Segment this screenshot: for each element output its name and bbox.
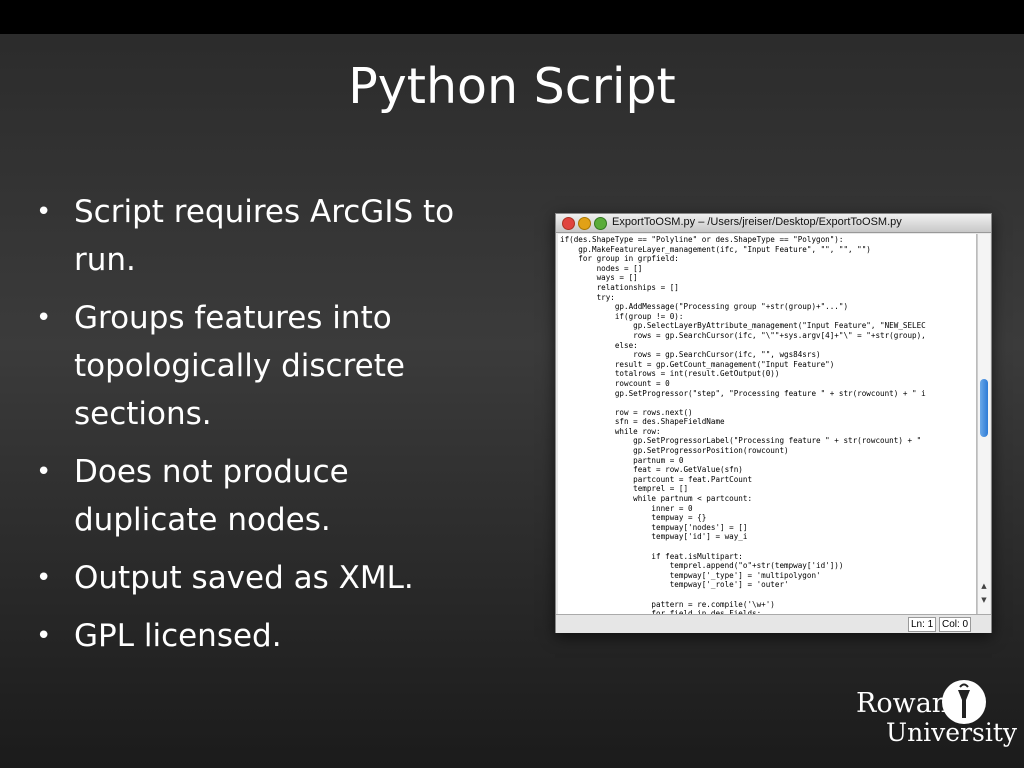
close-icon[interactable] bbox=[562, 217, 575, 230]
window-title: ExportToOSM.py – /Users/jreiser/Desktop/… bbox=[612, 216, 902, 228]
bullet-item: • Script requires ArcGIS to run. bbox=[36, 188, 496, 284]
column-indicator: Col: 0 bbox=[939, 617, 972, 632]
bullet-text: GPL licensed. bbox=[74, 618, 282, 654]
scroll-down-icon[interactable]: ▼ bbox=[980, 596, 988, 604]
top-bar bbox=[0, 0, 1024, 34]
bullet-item: • Output saved as XML. bbox=[36, 554, 496, 602]
logo-text-university: University bbox=[886, 718, 1018, 747]
university-logo: Rowan University bbox=[856, 680, 1018, 752]
scrollbar-thumb[interactable] bbox=[980, 379, 988, 437]
bullet-item: • GPL licensed. bbox=[36, 612, 496, 660]
code-text[interactable]: if(des.ShapeType == "Polyline" or des.Sh… bbox=[558, 234, 976, 614]
bullet-text: Script requires ArcGIS to run. bbox=[74, 194, 455, 278]
bullet-text: Output saved as XML. bbox=[74, 560, 414, 596]
editor-window: ExportToOSM.py – /Users/jreiser/Desktop/… bbox=[555, 213, 992, 633]
bullet-text: Groups features into topologically discr… bbox=[74, 300, 405, 432]
bullet-list: • Script requires ArcGIS to run. • Groups … bbox=[36, 188, 496, 670]
slide-title: Python Script bbox=[348, 58, 676, 115]
line-indicator: Ln: 1 bbox=[908, 617, 937, 632]
scroll-up-icon[interactable]: ▲ bbox=[980, 582, 988, 590]
bullet-text: Does not produce duplicate nodes. bbox=[74, 454, 349, 538]
bullet-item: • Does not produce duplicate nodes. bbox=[36, 448, 496, 544]
window-titlebar[interactable]: ExportToOSM.py – /Users/jreiser/Desktop/… bbox=[556, 214, 991, 233]
status-bar: Ln: 1 Col: 0 bbox=[556, 614, 991, 633]
minimize-icon[interactable] bbox=[578, 217, 591, 230]
bullet-item: • Groups features into topologically disc… bbox=[36, 294, 496, 438]
bullet-glyph: • bbox=[36, 197, 52, 227]
bullet-glyph: • bbox=[36, 457, 52, 487]
zoom-icon[interactable] bbox=[594, 217, 607, 230]
logo-text-rowan: Rowan bbox=[856, 688, 950, 719]
bullet-glyph: • bbox=[36, 621, 52, 651]
bullet-glyph: • bbox=[36, 563, 52, 593]
code-editor[interactable]: if(des.ShapeType == "Polyline" or des.Sh… bbox=[558, 234, 977, 614]
bullet-glyph: • bbox=[36, 303, 52, 333]
vertical-scrollbar[interactable]: ▲ ▼ bbox=[977, 234, 990, 614]
